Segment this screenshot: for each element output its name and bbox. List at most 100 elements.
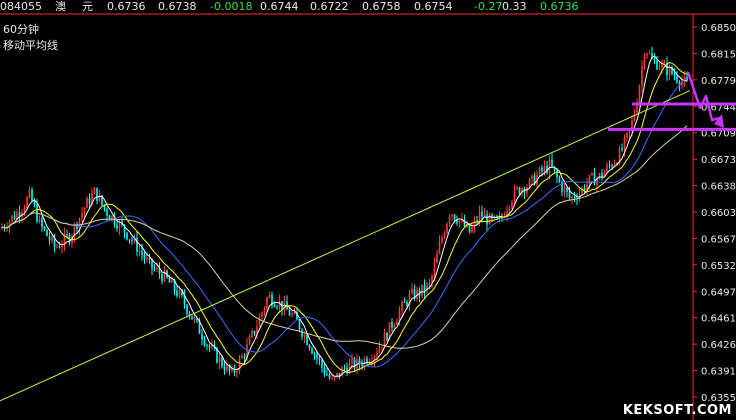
candle-body bbox=[88, 198, 91, 205]
candle-body bbox=[376, 352, 378, 356]
candle-body bbox=[396, 321, 398, 325]
candle-body bbox=[141, 250, 143, 255]
candle-body bbox=[551, 159, 553, 167]
trendline bbox=[0, 90, 691, 402]
candle-body bbox=[306, 334, 308, 345]
candle-body bbox=[636, 104, 638, 113]
candle-body bbox=[81, 212, 83, 219]
candle-body bbox=[383, 332, 386, 347]
candle-body bbox=[428, 282, 431, 284]
candle-body bbox=[643, 55, 646, 67]
candle-body bbox=[443, 233, 446, 238]
candle-body bbox=[393, 324, 396, 328]
y-tick-label: 0.6391 bbox=[701, 367, 736, 378]
candle-body bbox=[486, 214, 488, 225]
candle-body bbox=[566, 187, 568, 192]
candle-body bbox=[203, 339, 206, 346]
candle-body bbox=[621, 148, 623, 150]
candle-body bbox=[541, 167, 543, 172]
y-tick-label: 0.6638 bbox=[701, 182, 736, 193]
candle-body bbox=[241, 355, 243, 359]
candle-body bbox=[328, 375, 331, 379]
candle-body bbox=[658, 67, 661, 70]
candle-body bbox=[266, 297, 268, 308]
candle-body bbox=[668, 67, 671, 75]
candle-body bbox=[16, 212, 18, 219]
candle-body bbox=[326, 374, 328, 376]
candle-body bbox=[591, 173, 593, 175]
candle-body bbox=[301, 329, 303, 337]
candle-body bbox=[58, 246, 61, 248]
candle-body bbox=[223, 366, 226, 371]
candle-body bbox=[593, 173, 596, 186]
candle-body bbox=[673, 73, 676, 77]
candle-body bbox=[56, 246, 58, 248]
candle-body bbox=[403, 302, 406, 304]
candle-body bbox=[13, 215, 16, 219]
candle-body bbox=[168, 277, 171, 283]
candle-body bbox=[171, 279, 173, 283]
candle-body bbox=[66, 234, 68, 236]
candle-body bbox=[381, 346, 383, 348]
candle-body bbox=[211, 345, 213, 348]
ma-long-line bbox=[1, 125, 688, 349]
candle-body bbox=[261, 312, 263, 317]
candle-body bbox=[431, 275, 433, 283]
ma-blue-line bbox=[1, 77, 688, 368]
candle-body bbox=[511, 201, 513, 207]
candle-body bbox=[406, 302, 408, 306]
candle-body bbox=[606, 165, 608, 172]
candle-body bbox=[11, 215, 13, 222]
candle-body bbox=[186, 305, 188, 314]
candle-body bbox=[273, 305, 276, 307]
candle-body bbox=[191, 316, 193, 320]
candle-body bbox=[453, 214, 456, 220]
candle-body bbox=[138, 250, 141, 252]
candle-body bbox=[126, 232, 128, 240]
candle-body bbox=[136, 237, 138, 252]
candle-body bbox=[26, 197, 28, 208]
y-tick-label: 0.6426 bbox=[701, 340, 736, 351]
candle-body bbox=[93, 187, 96, 194]
candle-body bbox=[378, 346, 381, 353]
candle-body bbox=[226, 365, 228, 371]
candle-body bbox=[268, 294, 271, 298]
candle-body bbox=[251, 330, 253, 337]
candle-body bbox=[51, 236, 53, 241]
candle-body bbox=[623, 137, 626, 150]
candle-body bbox=[106, 209, 108, 216]
y-tick-label: 0.6532 bbox=[701, 261, 736, 272]
candle-body bbox=[201, 333, 203, 340]
candle-body bbox=[601, 173, 603, 178]
ma-short-line bbox=[1, 55, 688, 377]
candle-body bbox=[676, 76, 678, 82]
candle-body bbox=[96, 187, 98, 201]
candle-body bbox=[153, 268, 156, 270]
candle-body bbox=[626, 132, 628, 138]
candle-body bbox=[391, 322, 393, 328]
candle-body bbox=[303, 334, 306, 337]
annotation-arrowhead bbox=[714, 114, 724, 128]
price-chart: 0.68500.68150.67790.67440.67090.66730.66… bbox=[0, 13, 736, 420]
candle-body bbox=[293, 311, 296, 314]
candle-body bbox=[311, 348, 313, 354]
candle-body bbox=[221, 357, 223, 367]
candle-body bbox=[513, 188, 516, 202]
candle-body bbox=[318, 358, 321, 361]
candle-body bbox=[61, 245, 63, 248]
candle-body bbox=[641, 66, 643, 86]
candle-body bbox=[308, 344, 311, 349]
candle-body bbox=[291, 313, 293, 316]
candle-body bbox=[46, 229, 48, 237]
candle-body bbox=[458, 220, 461, 224]
candle-body bbox=[571, 196, 573, 199]
candle-body bbox=[323, 367, 326, 375]
candle-body bbox=[146, 257, 148, 260]
candle-body bbox=[648, 53, 651, 55]
candle-body bbox=[331, 378, 333, 380]
candle-body bbox=[528, 179, 531, 188]
candle-body bbox=[568, 191, 571, 199]
candle-body bbox=[446, 223, 448, 234]
candle-body bbox=[448, 216, 451, 224]
candle-body bbox=[518, 187, 521, 194]
